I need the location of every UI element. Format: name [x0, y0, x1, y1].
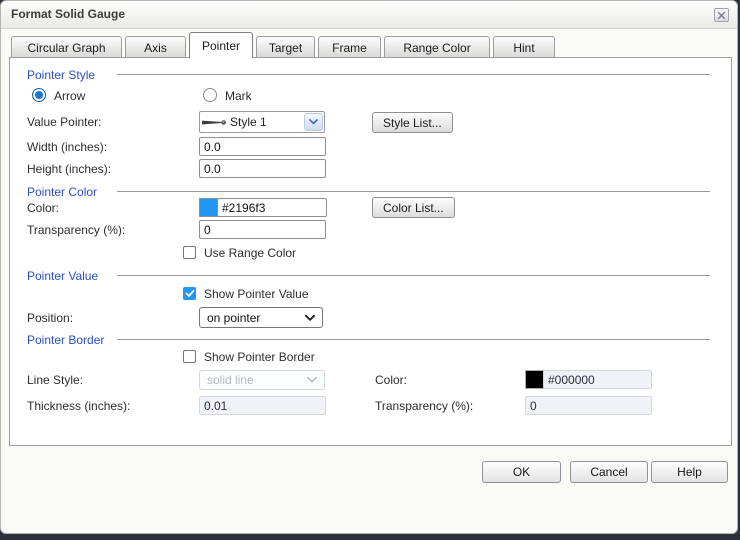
show-pointer-border-label: Show Pointer Border	[204, 350, 315, 364]
use-range-color-label: Use Range Color	[204, 246, 296, 260]
line-style-selected: solid line	[207, 373, 254, 387]
mark-radio[interactable]	[203, 88, 217, 102]
thickness-input	[199, 396, 326, 415]
width-input[interactable]	[199, 137, 326, 156]
close-icon	[717, 11, 726, 20]
pointer-color-section-header: Pointer Color	[27, 183, 710, 198]
value-pointer-selected: Style 1	[230, 115, 267, 129]
tab-hint[interactable]: Hint	[493, 36, 555, 58]
section-divider	[117, 74, 710, 75]
cancel-button[interactable]: Cancel	[570, 461, 648, 483]
dialog-titlebar: Format Solid Gauge	[1, 1, 737, 29]
section-title: Pointer Border	[27, 333, 104, 347]
mark-radio-label: Mark	[225, 89, 252, 103]
dialog-title: Format Solid Gauge	[11, 7, 125, 21]
dropdown-button[interactable]	[304, 113, 323, 131]
tab-axis[interactable]: Axis	[125, 36, 186, 58]
tab-range-color[interactable]: Range Color	[384, 36, 490, 58]
border-color-label: Color:	[375, 373, 407, 387]
section-title: Pointer Value	[27, 269, 98, 283]
position-select[interactable]: on pointer	[199, 307, 323, 328]
pointer-color-swatch[interactable]	[199, 198, 218, 217]
ok-button[interactable]: OK	[482, 461, 561, 483]
pointer-border-section-header: Pointer Border	[27, 331, 710, 346]
needle-pointer-icon	[202, 118, 229, 127]
pointer-style-section-header: Pointer Style	[27, 66, 710, 81]
color-label: Color:	[27, 201, 59, 215]
section-divider	[117, 275, 710, 276]
border-color-swatch	[525, 370, 544, 389]
section-divider	[117, 191, 710, 192]
use-range-color-checkbox[interactable]	[183, 246, 196, 259]
position-selected: on pointer	[207, 311, 260, 325]
border-transparency-label: Transparency (%):	[375, 399, 473, 413]
value-pointer-dropdown[interactable]: Style 1	[199, 111, 325, 133]
show-pointer-value-label: Show Pointer Value	[204, 287, 309, 301]
show-pointer-border-checkbox[interactable]	[183, 350, 196, 363]
tab-target[interactable]: Target	[256, 36, 315, 58]
chevron-down-icon	[305, 315, 315, 321]
section-divider	[117, 339, 710, 340]
show-pointer-value-checkbox[interactable]	[183, 287, 196, 300]
height-input[interactable]	[199, 159, 326, 178]
close-button[interactable]	[714, 8, 729, 22]
transparency-label: Transparency (%):	[27, 223, 125, 237]
tab-content-panel: Pointer Style Arrow Mark Value Pointer: …	[9, 57, 732, 446]
pointer-value-section-header: Pointer Value	[27, 267, 710, 282]
format-solid-gauge-dialog: Format Solid Gauge Circular Graph Axis P…	[0, 0, 738, 534]
arrow-radio-label: Arrow	[54, 89, 85, 103]
transparency-input[interactable]	[199, 220, 326, 239]
section-title: Pointer Style	[27, 68, 95, 82]
chevron-down-icon	[309, 119, 318, 125]
chevron-down-icon	[307, 377, 317, 383]
value-pointer-label: Value Pointer:	[27, 115, 102, 129]
section-title: Pointer Color	[27, 185, 97, 199]
help-button[interactable]: Help	[651, 461, 728, 483]
pointer-color-input[interactable]	[217, 198, 327, 217]
arrow-radio[interactable]	[32, 88, 46, 102]
tab-frame[interactable]: Frame	[318, 36, 381, 58]
border-color-input	[543, 370, 652, 389]
line-style-label: Line Style:	[27, 373, 83, 387]
tab-circular-graph[interactable]: Circular Graph	[11, 36, 122, 58]
tab-pointer[interactable]: Pointer	[189, 32, 253, 58]
width-label: Width (inches):	[27, 140, 107, 154]
style-list-button[interactable]: Style List...	[372, 112, 453, 133]
line-style-select: solid line	[199, 370, 325, 390]
height-label: Height (inches):	[27, 162, 111, 176]
color-list-button[interactable]: Color List...	[372, 197, 455, 218]
checkmark-icon	[185, 289, 195, 298]
tab-bar: Circular Graph Axis Pointer Target Frame…	[11, 33, 555, 58]
thickness-label: Thickness (inches):	[27, 399, 130, 413]
border-transparency-input	[525, 396, 652, 415]
position-label: Position:	[27, 311, 73, 325]
